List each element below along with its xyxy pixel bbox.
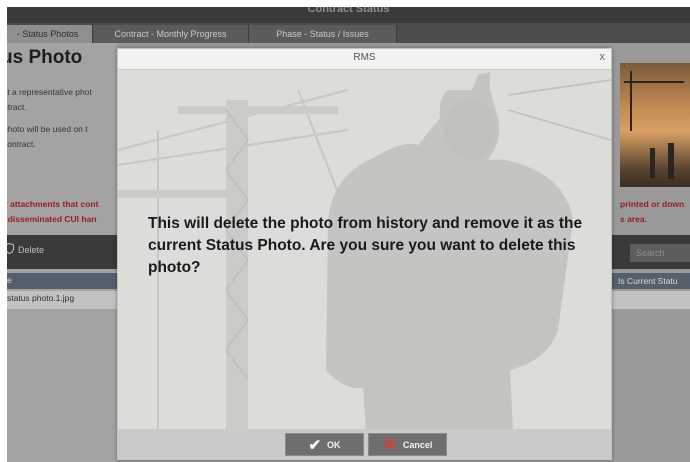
description-line: photo will be used on t <box>7 124 88 134</box>
column-header-name[interactable]: e <box>7 275 12 285</box>
ok-button[interactable]: ✔ OK <box>285 433 364 456</box>
description-line: contract. <box>7 139 36 149</box>
dialog-titlebar: RMS x <box>118 49 611 70</box>
dialog-title: RMS <box>353 52 376 63</box>
status-photo-thumbnail <box>620 63 690 187</box>
tab-status-photos[interactable]: - Status Photos <box>7 25 93 43</box>
confirm-dialog: RMS x This will delete the photo from hi… <box>117 48 612 460</box>
window-title: Contract Status <box>307 7 390 15</box>
close-icon[interactable]: x <box>600 51 606 63</box>
ok-label: OK <box>327 439 341 450</box>
warning-text: l disseminated CUI han <box>7 214 97 224</box>
cancel-button[interactable]: ✕ Cancel <box>368 433 447 456</box>
file-name-cell: status photo.1.jpg <box>7 293 75 303</box>
warning-text: y attachments that cont <box>7 199 99 209</box>
x-icon: ✕ <box>382 434 397 454</box>
dialog-footer: ✔ OK ✕ Cancel <box>118 429 611 459</box>
warning-text: s area. <box>620 214 647 224</box>
search-input[interactable]: Search <box>630 244 690 262</box>
tab-phase-status[interactable]: Phase - Status / Issues <box>249 25 397 43</box>
tab-monthly-progress[interactable]: Contract - Monthly Progress <box>93 25 249 43</box>
column-header-is-current[interactable]: Is Current Statu <box>618 276 678 286</box>
window-titlebar: Contract Status <box>7 7 690 23</box>
cancel-label: Cancel <box>402 439 433 450</box>
tab-bar: - Status Photos Contract - Monthly Progr… <box>7 23 690 43</box>
delete-button[interactable]: Delete <box>7 242 45 256</box>
delete-label: Delete <box>18 244 45 255</box>
description-line: ct a representative phot <box>7 87 92 97</box>
warning-text: printed or down <box>620 199 685 209</box>
shield-icon <box>7 242 14 256</box>
description-line: ntract. <box>7 102 27 112</box>
dialog-message: This will delete the photo from history … <box>148 215 583 276</box>
page-title: us Photo <box>7 47 83 68</box>
checkmark-icon: ✔ <box>308 436 322 454</box>
